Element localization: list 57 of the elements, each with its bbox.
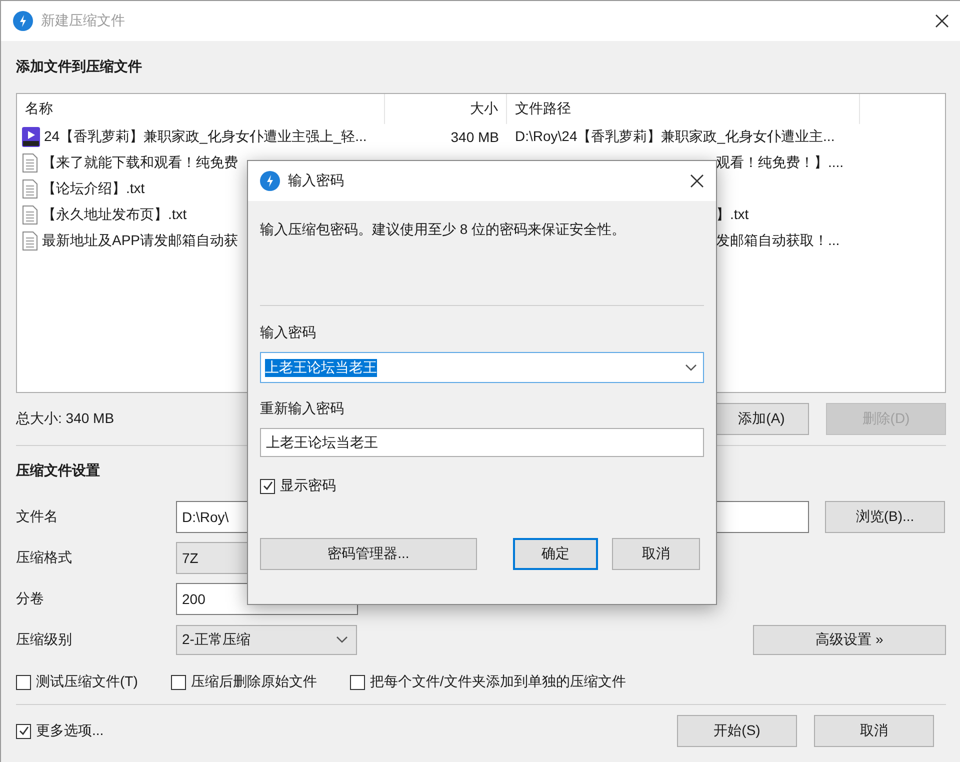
dialog-title: 输入密码 <box>288 172 345 190</box>
field-label: 文件名 <box>16 508 59 526</box>
browse-button[interactable]: 浏览(B)... <box>825 500 945 532</box>
caret-icon <box>685 364 697 372</box>
file-name: 最新地址及APP请发邮箱自动获 <box>42 232 238 250</box>
column-header[interactable]: 名称 <box>17 94 385 124</box>
close-icon[interactable] <box>935 14 949 28</box>
app-logo-icon <box>260 171 280 191</box>
checkbox-label[interactable]: 测试压缩文件(T) <box>36 673 138 691</box>
password-dropdown[interactable]: 上老王论坛当老王 <box>260 352 704 383</box>
file-path: D:\Roy\24【香乳萝莉】兼职家政_化身女仆遭业主... <box>515 128 835 144</box>
checkbox[interactable] <box>350 674 365 690</box>
section-heading: 压缩文件设置 <box>16 462 100 480</box>
cancel-button[interactable]: 取消 <box>814 715 934 747</box>
video-file-icon <box>22 127 40 147</box>
checkbox-label[interactable]: 把每个文件/文件夹添加到单独的压缩文件 <box>370 673 626 691</box>
checkbox-label[interactable]: 压缩后删除原始文件 <box>190 673 317 691</box>
ok-button[interactable]: 确定 <box>513 538 598 570</box>
file-path: 观看！纯免费！】.... <box>716 154 844 170</box>
field-label: 输入密码 <box>260 323 317 342</box>
add-button[interactable]: 添加(A) <box>714 403 809 435</box>
field-label: 压缩级别 <box>16 630 73 648</box>
input-field[interactable]: 上老王论坛当老王 <box>260 428 704 457</box>
checkbox[interactable] <box>16 674 31 690</box>
cancel-button[interactable]: 取消 <box>612 538 700 570</box>
checkbox-label[interactable]: 更多选项... <box>36 722 104 740</box>
window-title: 新建压缩文件 <box>41 12 126 30</box>
app-logo-icon <box>13 11 33 31</box>
checkbox-label[interactable]: 显示密码 <box>280 477 336 495</box>
text-file-icon <box>22 179 38 199</box>
password-manager-button[interactable]: 密码管理器... <box>260 538 477 570</box>
checkbox[interactable] <box>170 674 186 690</box>
checkbox[interactable] <box>16 724 31 738</box>
total-size: 总大小: 340 MB <box>16 410 116 428</box>
file-path: 】.txt <box>716 206 749 222</box>
start-button[interactable]: 开始(S) <box>677 715 797 747</box>
field-label: 压缩格式 <box>16 548 73 566</box>
column-header[interactable]: 大小 <box>385 94 507 124</box>
text-file-icon <box>22 153 38 173</box>
dropdown[interactable]: 2-正常压缩 <box>176 624 357 654</box>
caret-icon <box>336 636 348 644</box>
close-icon[interactable] <box>690 174 704 188</box>
file-name: 【永久地址发布页】.txt <box>42 206 187 224</box>
file-name: 【来了就能下载和观看！纯免费 <box>42 154 238 172</box>
file-path: 发邮箱自动获取！... <box>716 232 840 248</box>
text-file-icon <box>22 205 38 225</box>
file-size: 340 MB <box>450 129 499 145</box>
file-name: 24【香乳萝莉】兼职家政_化身女仆遭业主强上_轻... <box>44 128 367 146</box>
checkbox[interactable] <box>260 478 275 494</box>
section-heading: 添加文件到压缩文件 <box>16 58 142 76</box>
dialog-description: 输入压缩包密码。建议使用至少 8 位的密码来保证安全性。 <box>260 220 627 239</box>
file-name: 【论坛介绍】.txt <box>42 180 145 198</box>
field-label: 重新输入密码 <box>260 399 345 418</box>
column-header[interactable]: 文件路径 <box>507 94 860 124</box>
text-file-icon <box>22 231 38 251</box>
advanced-settings-button[interactable]: 高级设置 » <box>753 624 946 654</box>
field-label: 分卷 <box>16 590 45 608</box>
